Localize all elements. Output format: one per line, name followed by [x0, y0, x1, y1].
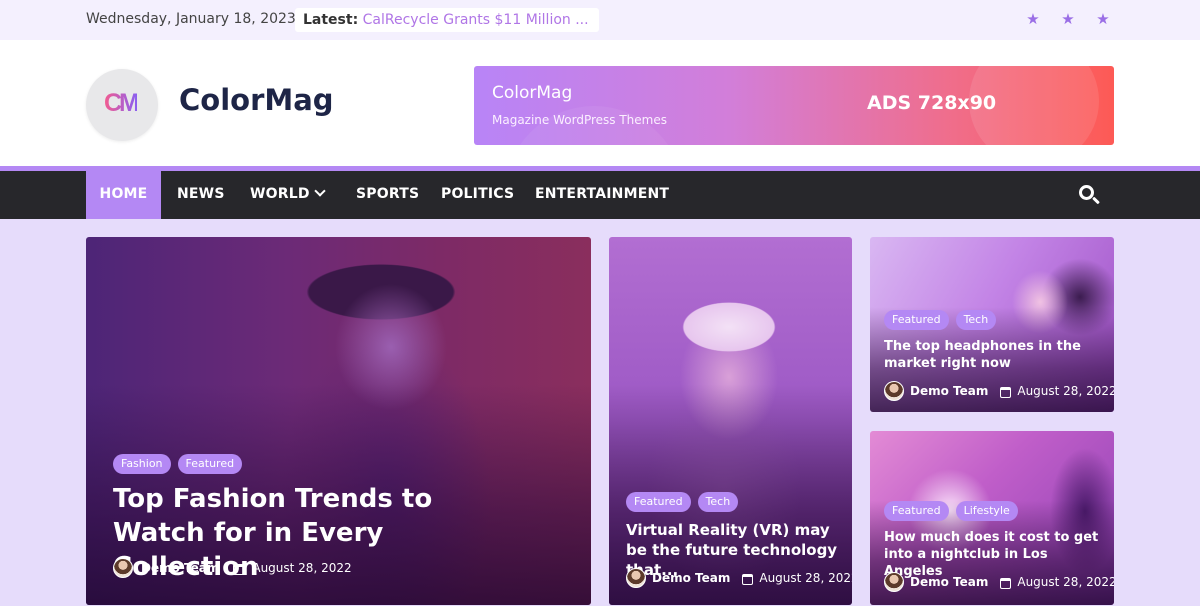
ad-tagline: Magazine WordPress Themes: [492, 113, 667, 127]
calendar-icon: [1000, 577, 1012, 589]
avatar: [113, 558, 133, 578]
chevron-down-icon: [314, 185, 326, 197]
latest-news-link[interactable]: CalRecycle Grants $11 Million ...: [363, 12, 589, 28]
site-header: CM ColorMag ColorMag Magazine WordPress …: [0, 40, 1200, 166]
category-badge[interactable]: Fashion: [113, 454, 171, 474]
nav-item-world[interactable]: WORLD: [250, 171, 326, 219]
avatar: [884, 381, 904, 401]
post-card[interactable]: Featured Tech Virtual Reality (VR) may b…: [609, 237, 852, 605]
header-ad-banner[interactable]: ColorMag Magazine WordPress Themes ADS 7…: [474, 66, 1114, 145]
latest-news-ticker: Latest: CalRecycle Grants $11 Million ..…: [295, 8, 599, 32]
star-icon[interactable]: ★: [1094, 9, 1112, 29]
category-badge[interactable]: Lifestyle: [955, 501, 1018, 521]
nav-item-news[interactable]: NEWS: [177, 171, 225, 219]
post-author[interactable]: Demo Team: [652, 571, 730, 585]
nav-item-sports[interactable]: SPORTS: [356, 171, 419, 219]
category-badge[interactable]: Featured: [884, 501, 949, 521]
post-card[interactable]: Featured Lifestyle How much does it cost…: [870, 431, 1114, 605]
top-bar: Wednesday, January 18, 2023 Latest: CalR…: [0, 0, 1200, 40]
post-title[interactable]: The top headphones in the market right n…: [884, 338, 1109, 372]
post-author[interactable]: Demo Team: [910, 384, 988, 398]
post-categories: Featured Lifestyle: [884, 501, 1018, 521]
category-badge[interactable]: Tech: [697, 492, 739, 512]
post-author[interactable]: Demo Team: [910, 575, 988, 589]
post-card[interactable]: Featured Tech The top headphones in the …: [870, 237, 1114, 412]
post-meta: Demo Team August 28, 2022: [626, 568, 852, 588]
post-date[interactable]: August 28, 2022: [759, 571, 852, 585]
post-meta: Demo Team August 28, 2022: [884, 572, 1114, 592]
post-categories: Fashion Featured: [113, 454, 243, 474]
avatar: [626, 568, 646, 588]
post-author[interactable]: Demo Team: [141, 561, 219, 575]
main-navigation: HOME NEWS WORLD SPORTS POLITICS ENTERTAI…: [0, 171, 1200, 219]
star-icon[interactable]: ★: [1059, 9, 1077, 29]
nav-item-world-label: WORLD: [250, 186, 310, 202]
site-title[interactable]: ColorMag: [179, 83, 334, 117]
post-categories: Featured Tech: [626, 492, 739, 512]
search-icon[interactable]: [1078, 184, 1102, 208]
ad-size-label: ADS 728x90: [867, 92, 997, 114]
featured-post-card[interactable]: Fashion Featured Top Fashion Trends to W…: [86, 237, 591, 605]
nav-item-home[interactable]: HOME: [86, 171, 161, 219]
category-badge[interactable]: Featured: [177, 454, 243, 474]
current-date: Wednesday, January 18, 2023: [86, 11, 296, 27]
post-date[interactable]: August 28, 2022: [1017, 575, 1114, 589]
category-badge[interactable]: Featured: [884, 310, 949, 330]
post-categories: Featured Tech: [884, 310, 997, 330]
category-badge[interactable]: Featured: [626, 492, 691, 512]
calendar-icon: [233, 563, 245, 575]
social-links: ★ ★ ★: [1024, 9, 1112, 29]
nav-item-entertainment[interactable]: ENTERTAINMENT: [535, 171, 669, 219]
latest-label: Latest:: [303, 12, 359, 28]
post-date[interactable]: August 28, 2022: [252, 561, 351, 575]
avatar: [884, 572, 904, 592]
calendar-icon: [742, 573, 754, 585]
category-badge[interactable]: Tech: [955, 310, 997, 330]
star-icon[interactable]: ★: [1024, 9, 1042, 29]
post-meta: Demo Team August 28, 2022: [113, 558, 352, 578]
site-logo[interactable]: CM: [86, 69, 158, 141]
search-icon-handle: [1092, 196, 1100, 205]
post-date[interactable]: August 28, 2022: [1017, 384, 1114, 398]
nav-item-politics[interactable]: POLITICS: [441, 171, 514, 219]
post-meta: Demo Team August 28, 2022: [884, 381, 1114, 401]
calendar-icon: [1000, 386, 1012, 398]
logo-letters: CM: [104, 89, 140, 117]
ad-brand: ColorMag: [492, 83, 573, 103]
